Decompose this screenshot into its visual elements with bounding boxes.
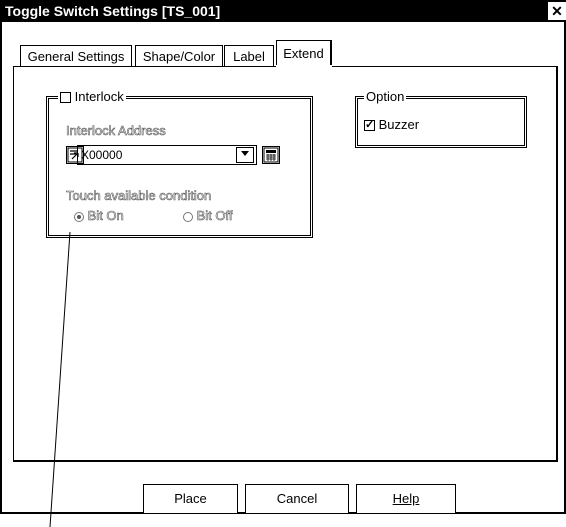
callout-line [49,231,71,527]
